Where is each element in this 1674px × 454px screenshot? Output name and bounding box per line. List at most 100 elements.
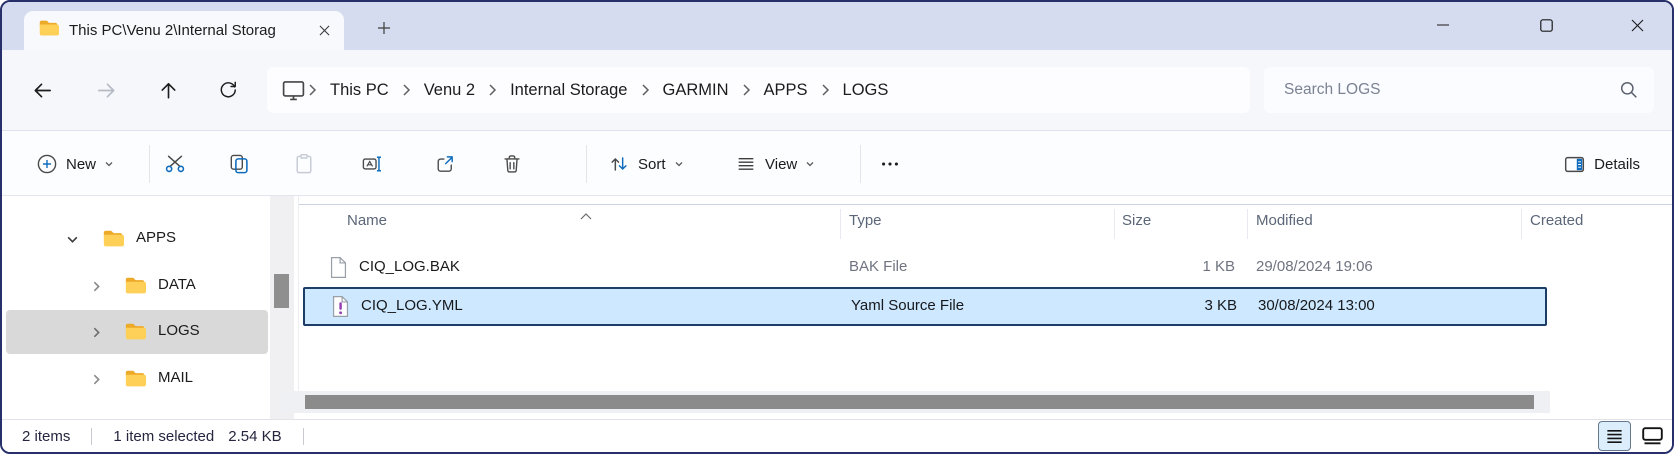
sidebar-item-mail[interactable]: MAIL (6, 357, 268, 401)
minimize-icon (1437, 19, 1449, 31)
file-type: Yaml Source File (851, 297, 964, 314)
refresh-button[interactable] (208, 70, 248, 110)
paste-icon (293, 153, 315, 175)
sidebar-scrollbar-thumb[interactable] (274, 274, 289, 308)
file-row-ciq-log-bak[interactable]: CIQ_LOG.BAK BAK File 1 KB 29/08/2024 19:… (303, 248, 1547, 288)
minimize-button[interactable] (1418, 2, 1468, 48)
more-options-button[interactable] (868, 142, 912, 186)
navigation-bar: This PC Venu 2 Internal Storage GARMIN A… (2, 50, 1672, 130)
chevron-right-icon[interactable] (486, 83, 499, 97)
folder-icon (124, 368, 146, 395)
details-view-icon (1605, 427, 1624, 446)
breadcrumb-item-logs[interactable]: LOGS (832, 81, 900, 100)
search-icon[interactable] (1619, 80, 1639, 105)
column-divider[interactable] (840, 209, 841, 239)
status-separator (91, 428, 92, 445)
thumbnail-view-toggle[interactable] (1636, 421, 1669, 451)
chevron-right-icon[interactable] (90, 326, 103, 339)
plus-icon (377, 21, 391, 35)
new-tab-button[interactable] (370, 14, 398, 42)
horizontal-scrollbar[interactable] (280, 391, 1550, 413)
breadcrumb-item-garmin[interactable]: GARMIN (652, 81, 740, 100)
file-list: Name Type Size Modified Created CIQ_LOG.… (299, 196, 1672, 419)
sort-button[interactable]: Sort (598, 142, 694, 186)
chevron-right-icon[interactable] (639, 83, 652, 97)
chevron-right-icon[interactable] (819, 83, 832, 97)
toolbar-separator (860, 145, 861, 183)
tab-close-button[interactable] (312, 19, 336, 43)
breadcrumb-item-internal-storage[interactable]: Internal Storage (499, 81, 638, 100)
selection-size: 2.54 KB (228, 428, 281, 445)
ellipsis-icon (879, 153, 901, 175)
close-icon (1631, 19, 1644, 32)
breadcrumb-item-apps[interactable]: APPS (753, 81, 819, 100)
details-pane-button[interactable]: Details (1551, 142, 1652, 186)
back-arrow-icon (31, 79, 54, 102)
maximize-button[interactable] (1521, 2, 1571, 48)
rename-button[interactable] (350, 142, 394, 186)
column-header-modified[interactable]: Modified (1256, 212, 1313, 229)
chevron-down-icon (104, 159, 114, 169)
chevron-down-icon (674, 159, 684, 169)
chevron-down-icon[interactable] (66, 233, 79, 246)
refresh-icon (217, 79, 239, 101)
details-view-toggle[interactable] (1598, 421, 1631, 451)
file-type: BAK File (849, 258, 907, 275)
copy-button[interactable] (217, 142, 261, 186)
chevron-right-icon[interactable] (400, 83, 413, 97)
search-box (1264, 67, 1654, 113)
file-name: CIQ_LOG.BAK (359, 258, 460, 275)
sort-icon (608, 153, 630, 175)
column-divider[interactable] (1247, 209, 1248, 239)
paste-button[interactable] (282, 142, 326, 186)
column-header-type[interactable]: Type (849, 212, 882, 229)
sidebar-item-label: MAIL (158, 369, 193, 386)
chevron-right-icon[interactable] (740, 83, 753, 97)
sort-ascending-caret-icon (580, 207, 592, 225)
column-header-created[interactable]: Created (1530, 212, 1583, 229)
trash-icon (501, 153, 523, 175)
cut-button[interactable] (153, 142, 197, 186)
delete-button[interactable] (490, 142, 534, 186)
chevron-right-icon[interactable] (90, 280, 103, 293)
close-window-button[interactable] (1612, 2, 1662, 48)
view-button[interactable]: View (725, 142, 825, 186)
status-bar: 2 items 1 item selected 2.54 KB (2, 419, 1672, 452)
status-separator (303, 428, 304, 445)
sidebar-item-logs[interactable]: LOGS (6, 310, 268, 354)
new-button[interactable]: New (24, 142, 126, 186)
column-divider[interactable] (1521, 209, 1522, 239)
sidebar-item-apps[interactable]: APPS (6, 217, 268, 261)
column-header-name[interactable]: Name (347, 212, 387, 229)
breadcrumb: This PC Venu 2 Internal Storage GARMIN A… (267, 67, 1250, 113)
main-content: APPS DATA LOGS MAIL Name Typ (2, 196, 1672, 419)
explorer-tab[interactable]: This PC\Venu 2\Internal Storag (24, 11, 344, 50)
folder-icon (38, 18, 59, 44)
sidebar-scrollbar[interactable] (270, 196, 294, 419)
breadcrumb-item-venu-2[interactable]: Venu 2 (413, 81, 486, 100)
forward-button[interactable] (86, 70, 126, 110)
back-button[interactable] (22, 70, 62, 110)
sidebar-item-label: APPS (136, 229, 176, 246)
titlebar: This PC\Venu 2\Internal Storag (2, 2, 1672, 50)
folder-icon (124, 275, 146, 302)
column-divider[interactable] (1114, 209, 1115, 239)
toolbar-separator (586, 145, 587, 183)
chevron-right-icon[interactable] (306, 83, 319, 97)
selection-summary: 1 item selected (113, 428, 214, 445)
folder-icon (124, 321, 146, 348)
horizontal-scrollbar-thumb[interactable] (305, 395, 1534, 409)
command-toolbar: New Sort View (2, 130, 1672, 196)
folder-icon (102, 228, 124, 255)
sidebar-item-data[interactable]: DATA (6, 264, 268, 308)
close-icon (319, 25, 330, 36)
search-input[interactable] (1284, 67, 1604, 113)
file-row-ciq-log-yml-selected[interactable]: CIQ_LOG.YML Yaml Source File 3 KB 30/08/… (303, 287, 1547, 326)
up-button[interactable] (148, 70, 188, 110)
share-button[interactable] (423, 142, 467, 186)
breadcrumb-item-this-pc[interactable]: This PC (319, 81, 400, 100)
chevron-right-icon[interactable] (90, 373, 103, 386)
column-header-size[interactable]: Size (1122, 212, 1151, 229)
cut-icon (164, 153, 186, 175)
details-pane-icon (1563, 153, 1586, 176)
